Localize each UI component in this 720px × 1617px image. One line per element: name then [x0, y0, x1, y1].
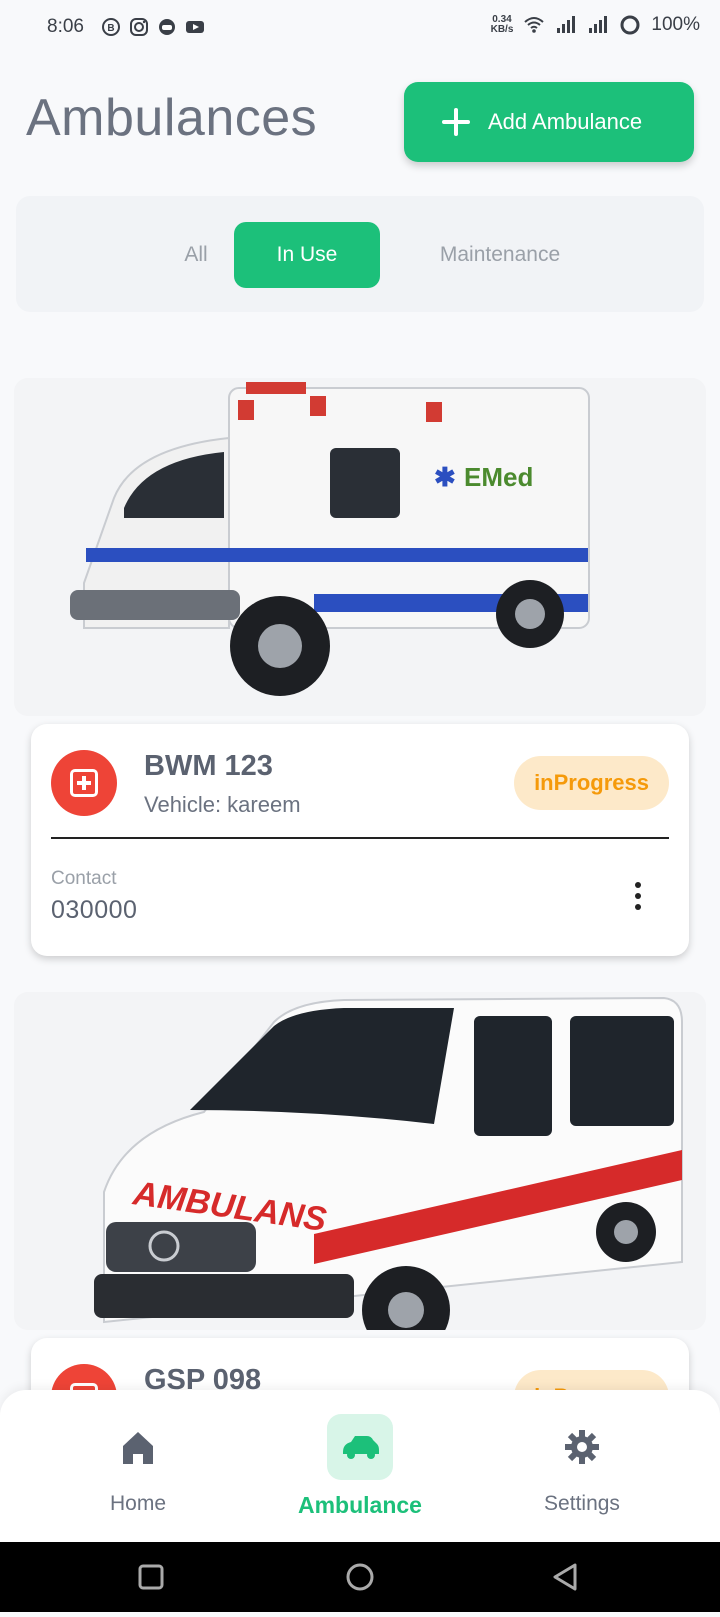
status-time: 8:06: [47, 16, 84, 37]
nav-ambulance[interactable]: Ambulance: [270, 1414, 450, 1519]
app-icon: [159, 19, 175, 35]
nav-home-label: Home: [109, 1492, 167, 1515]
signal-icon: [557, 16, 576, 33]
nav-home[interactable]: Home: [48, 1414, 228, 1516]
medical-icon: [51, 750, 117, 816]
recents-icon: [138, 1564, 164, 1590]
ambulance-vehicle: Vehicle: kareem: [144, 792, 301, 817]
nav-settings[interactable]: Settings: [492, 1414, 672, 1516]
card-divider: [51, 837, 669, 839]
ambulance-photo: ✱ EMed: [14, 378, 706, 716]
add-ambulance-button[interactable]: Add Ambulance: [404, 82, 694, 162]
ambulance-card[interactable]: BWM 123 Vehicle: kareem inProgress Conta…: [31, 724, 689, 956]
battery-level: 100%: [651, 14, 700, 35]
nav-ambulance-label: Ambulance: [298, 1492, 422, 1518]
bottom-navigation: Home Ambulance Settings: [0, 1390, 720, 1542]
gear-icon: [549, 1414, 615, 1480]
plus-icon: [442, 108, 470, 136]
svg-text:✱: ✱: [434, 462, 456, 492]
signal-icon-2: [589, 16, 608, 33]
page-title: Ambulances: [26, 89, 318, 147]
home-circle-icon: [346, 1563, 374, 1591]
recents-button[interactable]: [106, 1542, 196, 1612]
youtube-icon: [186, 21, 204, 33]
car-icon: [327, 1414, 393, 1480]
svg-text:B: B: [107, 23, 114, 34]
ambulance-photo: AMBULANS: [14, 992, 706, 1330]
status-bar: 8:06 B 0.34 KB/s 100%: [0, 0, 720, 56]
contact-label: Contact: [51, 868, 117, 889]
net-speed-unit: KB/s: [490, 24, 514, 35]
tab-in-use[interactable]: In Use: [234, 222, 380, 288]
svg-text:EMed: EMed: [464, 462, 533, 492]
filter-tabs: All In Use Maintenance: [16, 196, 704, 312]
net-speed: 0.34 KB/s: [491, 15, 514, 35]
back-button[interactable]: [520, 1542, 610, 1612]
battery-icon: [620, 15, 640, 35]
status-right: 0.34 KB/s 100%: [491, 14, 700, 36]
nav-settings-label: Settings: [544, 1492, 620, 1515]
status-badge: inProgress: [514, 756, 669, 810]
instagram-icon: [130, 18, 148, 36]
more-options-icon[interactable]: [635, 882, 641, 910]
ambulance-plate: BWM 123: [144, 750, 273, 782]
business-icon: B: [102, 18, 120, 36]
wifi-icon: [524, 17, 545, 33]
back-icon: [553, 1563, 577, 1591]
add-ambulance-label: Add Ambulance: [488, 109, 643, 134]
home-icon: [105, 1414, 171, 1480]
contact-value: 030000: [51, 896, 138, 924]
notification-icons: B: [101, 17, 205, 37]
system-navigation-bar: [0, 1542, 720, 1612]
home-button[interactable]: [315, 1542, 405, 1612]
tab-maintenance[interactable]: Maintenance: [400, 222, 600, 288]
tab-all[interactable]: All: [156, 222, 236, 288]
